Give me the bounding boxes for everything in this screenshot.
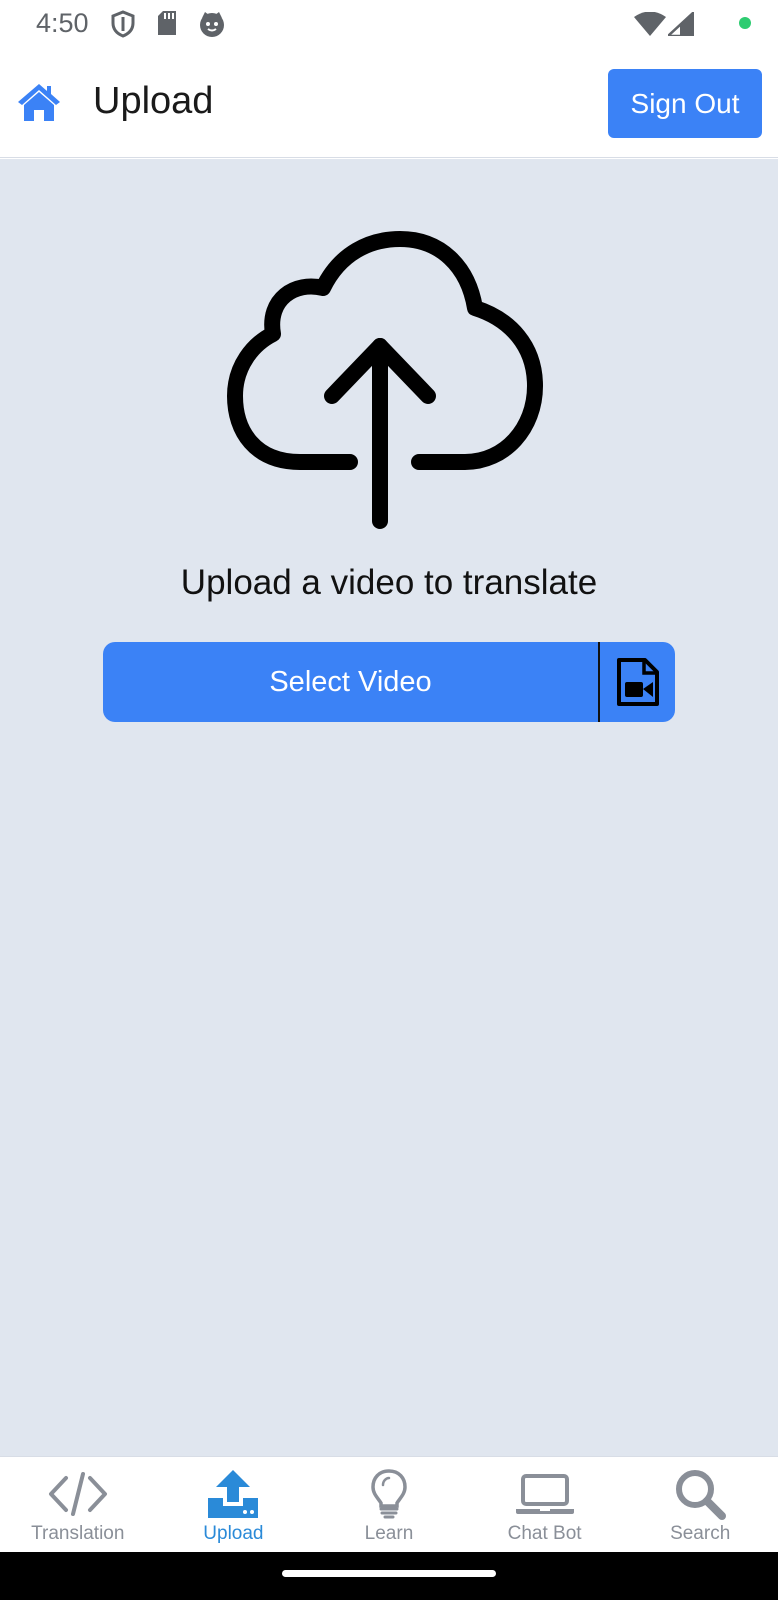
cat-face-icon <box>200 12 224 37</box>
bottom-nav: Translation Upload Learn Chat Bot Search <box>0 1456 778 1552</box>
status-time: 4:50 <box>36 8 89 38</box>
shield-icon <box>111 10 135 38</box>
status-bar: 4:50 <box>0 0 778 48</box>
nav-item-chat-bot[interactable]: Chat Bot <box>467 1457 623 1552</box>
home-icon[interactable] <box>16 81 62 123</box>
nav-item-translation[interactable]: Translation <box>0 1457 156 1552</box>
page-title: Upload <box>93 80 214 122</box>
laptop-icon <box>513 1467 577 1521</box>
screen: 4:50 Upload Sign Out Upload a video to t… <box>0 0 778 1600</box>
video-file-icon <box>616 658 659 706</box>
select-video-button[interactable]: Select Video <box>103 642 600 722</box>
lightbulb-icon <box>357 1467 421 1521</box>
select-video-control[interactable]: Select Video <box>103 642 675 722</box>
nav-item-learn[interactable]: Learn <box>311 1457 467 1552</box>
cloud-upload-icon <box>227 231 543 529</box>
wifi-icon <box>634 12 666 36</box>
sign-out-button[interactable]: Sign Out <box>608 69 762 138</box>
nav-label: Search <box>670 1523 731 1544</box>
code-icon <box>46 1467 110 1521</box>
nav-label: Chat Bot <box>507 1523 582 1544</box>
nav-label: Upload <box>203 1523 264 1544</box>
system-gesture-bar <box>0 1552 778 1600</box>
search-icon <box>668 1467 732 1521</box>
status-indicator-dot <box>739 17 751 29</box>
nav-item-upload[interactable]: Upload <box>156 1457 312 1552</box>
cell-signal-icon <box>668 12 694 36</box>
sd-card-icon <box>158 11 176 35</box>
home-gesture-handle[interactable] <box>282 1570 496 1577</box>
app-header: Upload Sign Out <box>0 48 778 158</box>
upload-icon <box>201 1467 265 1521</box>
upload-prompt: Upload a video to translate <box>180 563 598 602</box>
nav-label: Learn <box>364 1523 414 1544</box>
upload-panel: Upload a video to translate Select Video <box>0 159 778 1456</box>
video-file-button[interactable] <box>600 642 675 722</box>
nav-label: Translation <box>31 1523 125 1544</box>
nav-item-search[interactable]: Search <box>622 1457 778 1552</box>
